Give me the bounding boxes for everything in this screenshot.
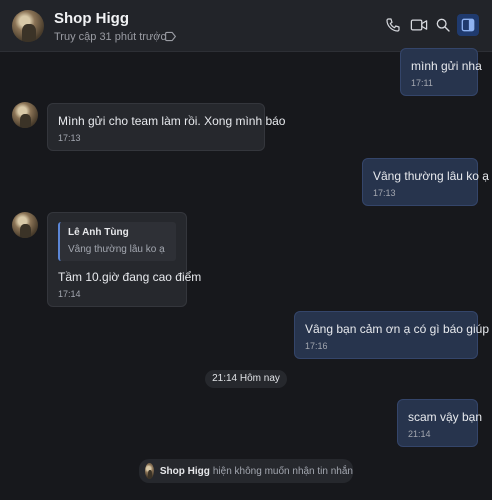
phone-icon[interactable] [382, 14, 404, 36]
quoted-text: Vâng thường lâu ko ạ [68, 244, 165, 255]
quoted-sender-name: Lê Anh Tùng [68, 227, 129, 238]
blocked-notice: Shop Higg hiện không muốn nhận tin nhắn [139, 459, 353, 483]
contact-name[interactable]: Shop Higg [54, 10, 129, 27]
message-outgoing[interactable]: Vâng bạn cảm ơn ạ có gì báo giúp ạ 17:16 [294, 311, 492, 359]
message-outgoing[interactable]: Vâng thường lâu ko ạ 17:13 [362, 158, 489, 206]
notice-contact-name: Shop Higg [159, 465, 210, 477]
status-divider [156, 31, 157, 42]
message-text: scam vậy bạn [408, 410, 483, 424]
sender-avatar[interactable] [12, 102, 38, 128]
message-outgoing[interactable]: mình gửi nha 17:11 [400, 48, 482, 96]
message-text: Mình gửi cho team làm rồi. Xong mình báo [58, 114, 286, 128]
message-outgoing[interactable]: scam vậy bạn 21:14 [397, 399, 483, 447]
sender-avatar[interactable] [12, 212, 38, 238]
message-time: 17:13 [373, 188, 396, 198]
quoted-message[interactable]: Lê Anh Tùng Vâng thường lâu ko ạ [58, 222, 176, 261]
message-text: Vâng bạn cảm ơn ạ có gì báo giúp ạ [305, 322, 492, 336]
notice-avatar [145, 463, 154, 479]
message-text: Vâng thường lâu ko ạ [373, 169, 489, 183]
message-time: 17:11 [411, 78, 433, 88]
last-seen-status: Truy cập 31 phút trước [54, 31, 166, 43]
search-icon[interactable] [432, 14, 454, 36]
notice-text: hiện không muốn nhận tin nhắn [212, 465, 353, 477]
date-divider: 21:14 Hôm nay [205, 370, 287, 388]
message-time: 17:14 [58, 289, 81, 299]
message-time: 21:14 [408, 429, 431, 439]
message-incoming[interactable]: Mình gửi cho team làm rồi. Xong mình báo… [47, 103, 286, 151]
sidebar-panel-icon[interactable] [457, 14, 479, 36]
message-incoming-reply[interactable]: Lê Anh Tùng Vâng thường lâu ko ạ Tầm 10.… [47, 212, 202, 307]
message-time: 17:13 [58, 133, 81, 143]
message-text: mình gửi nha [411, 59, 482, 73]
video-icon[interactable] [408, 14, 430, 36]
message-text: Tầm 10.giờ đang cao điểm [58, 270, 202, 284]
tag-icon[interactable] [164, 30, 177, 43]
chat-header: Shop Higg Truy cập 31 phút trước [0, 0, 492, 52]
contact-avatar[interactable] [12, 10, 44, 42]
message-time: 17:16 [305, 341, 328, 351]
